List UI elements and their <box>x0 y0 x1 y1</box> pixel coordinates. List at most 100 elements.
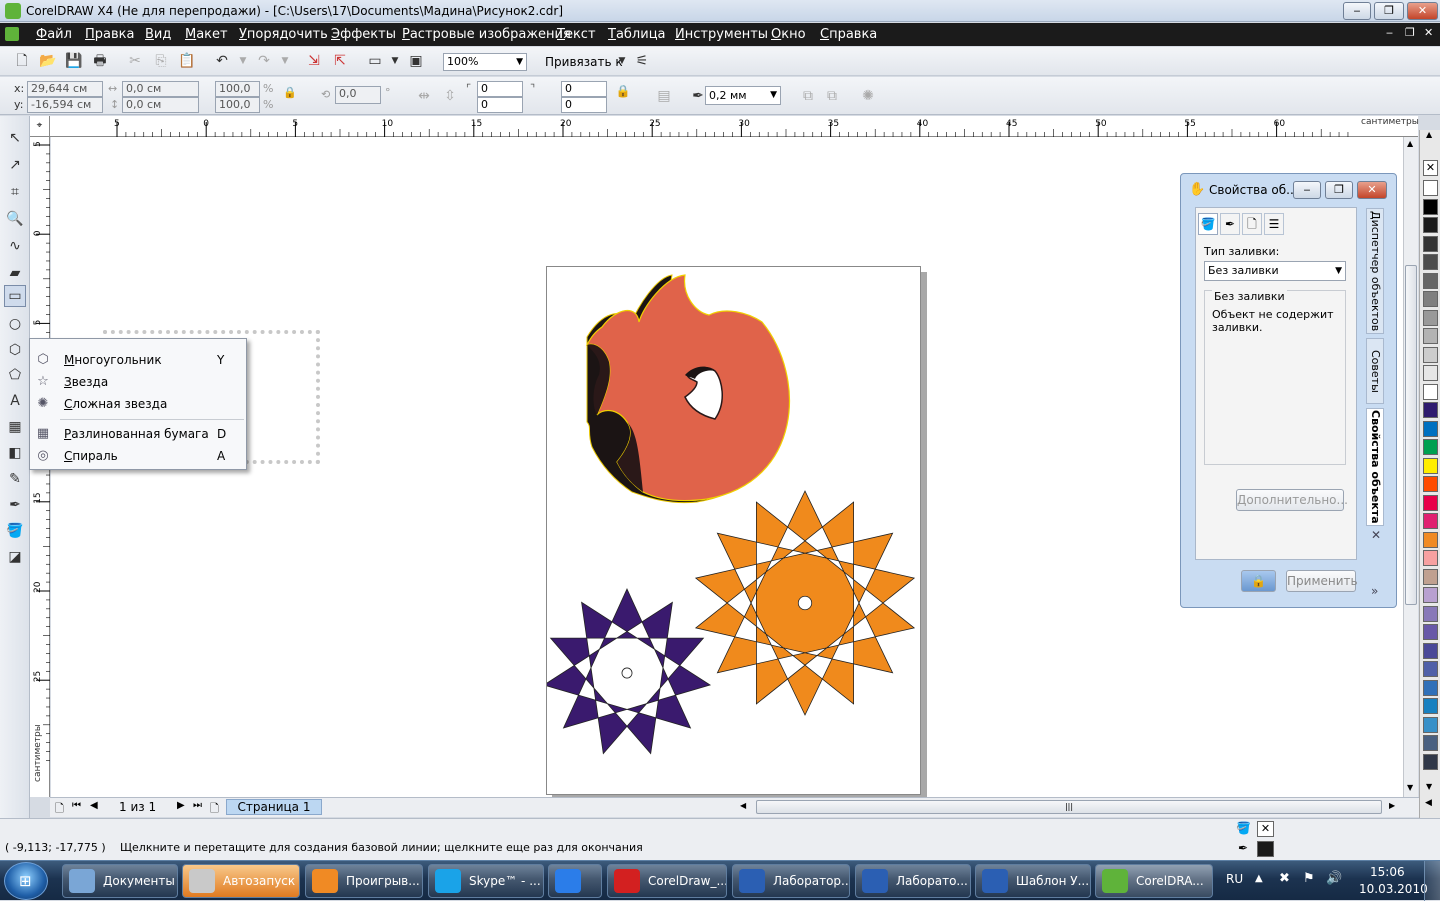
corner-radius-br-field[interactable]: 0 <box>561 97 607 113</box>
palette-swatch[interactable] <box>1423 457 1438 474</box>
side-tab-hints[interactable]: Советы <box>1366 338 1384 404</box>
menu-window[interactable]: Окно <box>771 27 806 42</box>
round-corners-lock-icon[interactable]: 🔒 <box>613 81 633 101</box>
palette-swatch[interactable] <box>1423 587 1438 603</box>
side-tab-object-properties[interactable]: Свойства объекта <box>1366 408 1384 526</box>
palette-swatch[interactable] <box>1423 420 1438 437</box>
scale-x-field[interactable]: 100,0 <box>215 81 260 97</box>
palette-swatch[interactable] <box>1423 661 1438 677</box>
palette-swatch[interactable] <box>1423 439 1438 455</box>
palette-swatch[interactable] <box>1423 735 1438 751</box>
palette-swatch[interactable] <box>1423 217 1438 233</box>
doc-restore-icon[interactable]: ❐ <box>1405 26 1415 39</box>
ellipse-tool-icon[interactable]: ○ <box>5 314 25 334</box>
taskbar-button[interactable]: CorelDRA... <box>1095 864 1213 898</box>
snap-to-button[interactable]: Привязать к <box>545 55 623 69</box>
palette-swatch[interactable] <box>1423 402 1438 418</box>
corner-radius-bl-field[interactable]: 0 <box>477 97 523 113</box>
first-page-icon[interactable]: ⏮ <box>72 800 81 811</box>
application-launcher-icon[interactable]: ▭ <box>365 51 385 71</box>
palette-swatch[interactable] <box>1423 272 1438 289</box>
add-page-after-icon[interactable]: 🗋 <box>210 800 219 819</box>
convert-to-curves-icon[interactable]: ✺ <box>858 86 878 106</box>
clock-date[interactable]: 10.03.2010 <box>1359 882 1428 896</box>
fill-type-select[interactable]: Без заливки ▼ <box>1204 261 1346 281</box>
height-field[interactable]: 0,0 см <box>122 97 199 113</box>
polygon-tool-icon[interactable]: ⬡ <box>5 340 25 360</box>
general-tab[interactable]: 🗋 <box>1242 213 1262 235</box>
undo-dropdown-icon[interactable]: ▼ <box>233 51 253 71</box>
palette-swatch[interactable] <box>1423 291 1438 307</box>
pick-tool-icon[interactable]: ↖ <box>5 128 25 148</box>
fill-none-swatch[interactable]: ✕ <box>1257 821 1274 837</box>
palette-swatch[interactable] <box>1423 476 1438 492</box>
docker-restore-button[interactable]: ❐ <box>1325 181 1353 199</box>
outline-width-select[interactable]: 0,2 мм ▼ <box>705 86 781 105</box>
width-field[interactable]: 0,0 см <box>122 81 199 97</box>
smart-fill-icon[interactable]: ▰ <box>5 263 25 283</box>
copy-icon[interactable]: ⎘ <box>151 51 171 71</box>
show-hidden-icons-icon[interactable]: ▲ <box>1255 873 1263 884</box>
rectangle-tool-icon[interactable]: ▭ <box>4 285 26 307</box>
volume-icon[interactable]: 🔊 <box>1326 871 1342 886</box>
palette-swatch[interactable] <box>1423 328 1438 344</box>
taskbar-button[interactable]: Лаборатор... <box>732 864 850 898</box>
y-position-field[interactable]: -16,594 см <box>27 97 103 113</box>
to-back-icon[interactable]: ⧉ <box>822 86 842 106</box>
table-tool-icon[interactable]: ▦ <box>5 417 25 437</box>
freehand-tool-icon[interactable]: ∿ <box>5 236 25 256</box>
menu-file[interactable]: Файл <box>36 27 72 42</box>
scroll-thumb[interactable] <box>1405 265 1417 605</box>
rotation-angle-field[interactable]: 0,0 <box>335 86 381 104</box>
palette-swatch[interactable] <box>1423 198 1438 215</box>
last-page-icon[interactable]: ⏭ <box>193 800 202 811</box>
palette-swatch[interactable] <box>1423 716 1438 733</box>
flyout-item-complex-star[interactable]: ✺ Сложная звезда <box>30 393 246 415</box>
no-color-swatch[interactable]: ✕ <box>1423 160 1438 176</box>
close-docker-icon[interactable]: ✕ <box>1371 528 1381 542</box>
mirror-vertical-icon[interactable]: ⇳ <box>440 86 460 106</box>
fill-tool-icon[interactable]: 🪣 <box>5 521 25 541</box>
interactive-fill-icon[interactable]: ◪ <box>5 547 25 567</box>
open-folder-icon[interactable]: 📂 <box>38 51 58 71</box>
import-icon[interactable]: ⇲ <box>304 51 324 71</box>
taskbar-button[interactable]: Шаблон У... <box>975 864 1091 898</box>
x-position-field[interactable]: 29,644 см <box>27 81 103 97</box>
palette-swatch[interactable] <box>1423 679 1438 696</box>
palette-scroll-down-icon[interactable]: ▼ <box>1426 782 1432 791</box>
horizontal-ruler[interactable]: 5 0 5 10 15 20 25 30 35 40 45 50 55 60 сантиметры <box>50 116 1419 137</box>
palette-swatch[interactable] <box>1423 309 1438 326</box>
palette-swatch[interactable] <box>1423 383 1438 400</box>
outline-tool-icon[interactable]: ✒ <box>5 495 25 515</box>
page-tab[interactable]: Страница 1 <box>226 799 322 815</box>
redo-icon[interactable]: ↷ <box>254 51 274 71</box>
mirror-horizontal-icon[interactable]: ⇹ <box>414 86 434 106</box>
palette-swatch[interactable] <box>1423 698 1438 714</box>
fill-tab[interactable]: 🪣 <box>1198 213 1218 235</box>
prev-page-icon[interactable]: ◀ <box>90 800 98 811</box>
menu-tools[interactable]: Инструменты <box>675 27 768 42</box>
zoom-tool-icon[interactable]: 🔍 <box>5 209 25 229</box>
interactive-blend-icon[interactable]: ◧ <box>5 443 25 463</box>
menu-view[interactable]: Вид <box>145 27 171 42</box>
basic-shapes-icon[interactable]: ⬠ <box>5 365 25 385</box>
taskbar-button[interactable] <box>548 864 602 898</box>
expand-docker-icon[interactable]: » <box>1371 584 1378 598</box>
minimize-button[interactable]: ‒ <box>1343 2 1371 20</box>
menu-help[interactable]: Справка <box>820 27 877 42</box>
paste-icon[interactable]: 📋 <box>177 51 197 71</box>
lock-ratio-icon[interactable]: 🔒 <box>283 86 297 99</box>
palette-swatch[interactable] <box>1423 346 1438 363</box>
palette-flyout-icon[interactable]: ◀ <box>1425 798 1432 808</box>
cut-icon[interactable]: ✂ <box>125 51 145 71</box>
taskbar-button[interactable]: Автозапуск <box>182 864 300 898</box>
docker-minimize-button[interactable]: ‒ <box>1293 181 1321 199</box>
outline-color-swatch[interactable] <box>1257 841 1274 857</box>
show-desktop-button[interactable] <box>1424 861 1440 901</box>
palette-swatch[interactable] <box>1423 642 1438 659</box>
apply-button[interactable]: Применить <box>1286 570 1358 592</box>
menu-bitmaps[interactable]: Растровые изображения <box>402 27 571 42</box>
to-front-icon[interactable]: ⧉ <box>798 86 818 106</box>
corner-radius-tl-field[interactable]: 0 <box>477 81 523 97</box>
ruler-origin[interactable]: ⌖ <box>30 116 50 137</box>
